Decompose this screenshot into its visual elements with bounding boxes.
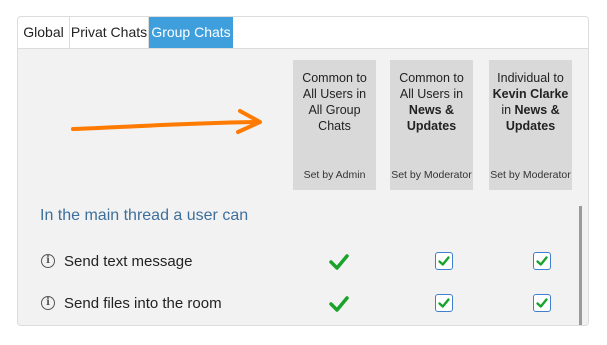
- column-header-individual-user: Kevin Clarke: [492, 87, 569, 101]
- tab-group-chats[interactable]: Group Chats: [149, 17, 233, 48]
- column-setby-admin: Set by Admin: [303, 169, 366, 181]
- checkbox-icon[interactable]: [435, 294, 453, 312]
- column-header-moderator-text: Common to All Users in: [399, 71, 464, 101]
- check-icon: [329, 254, 349, 270]
- column-setby-moderator: Set by Moderator: [391, 169, 472, 181]
- column-header-moderator-label: Common to All Users in News & Updates: [393, 70, 470, 134]
- column-header-admin: Common to All Users in All Group Chats S…: [293, 60, 376, 190]
- permission-row: i Send text message: [18, 249, 588, 275]
- section-title: In the main thread a user can: [40, 207, 249, 224]
- tab-global[interactable]: Global: [18, 17, 70, 48]
- column-header-moderator-room: News & Updates: [406, 103, 457, 133]
- column-header-moderator: Common to All Users in News & Updates Se…: [390, 60, 473, 190]
- check-icon: [329, 296, 349, 312]
- permission-row: i Send files into the room: [18, 291, 588, 317]
- column-header-admin-label: Common to All Users in All Group Chats: [302, 71, 367, 133]
- column-setby-individual: Set by Moderator: [490, 169, 571, 181]
- info-icon[interactable]: i: [41, 254, 55, 268]
- permission-label: Send files into the room: [64, 295, 222, 312]
- checkbox-icon[interactable]: [533, 252, 551, 270]
- column-header-individual-room: News & Updates: [505, 103, 560, 133]
- permission-label: Send text message: [64, 253, 193, 270]
- column-header-individual-text: Individual to: [497, 71, 564, 85]
- column-header-individual-in: in: [501, 103, 512, 117]
- permissions-panel: Global Privat Chats Group Chats Common t…: [17, 16, 589, 326]
- column-header-individual-label: Individual to Kevin Clarke in News & Upd…: [492, 70, 569, 134]
- checkbox-icon[interactable]: [533, 294, 551, 312]
- column-header-individual: Individual to Kevin Clarke in News & Upd…: [489, 60, 572, 190]
- checkbox-icon[interactable]: [435, 252, 453, 270]
- scrollbar[interactable]: [579, 206, 582, 325]
- tab-bar: Global Privat Chats Group Chats: [18, 17, 588, 49]
- tab-privat-chats[interactable]: Privat Chats: [70, 17, 149, 48]
- arrow-icon: [71, 109, 262, 134]
- info-icon[interactable]: i: [41, 296, 55, 310]
